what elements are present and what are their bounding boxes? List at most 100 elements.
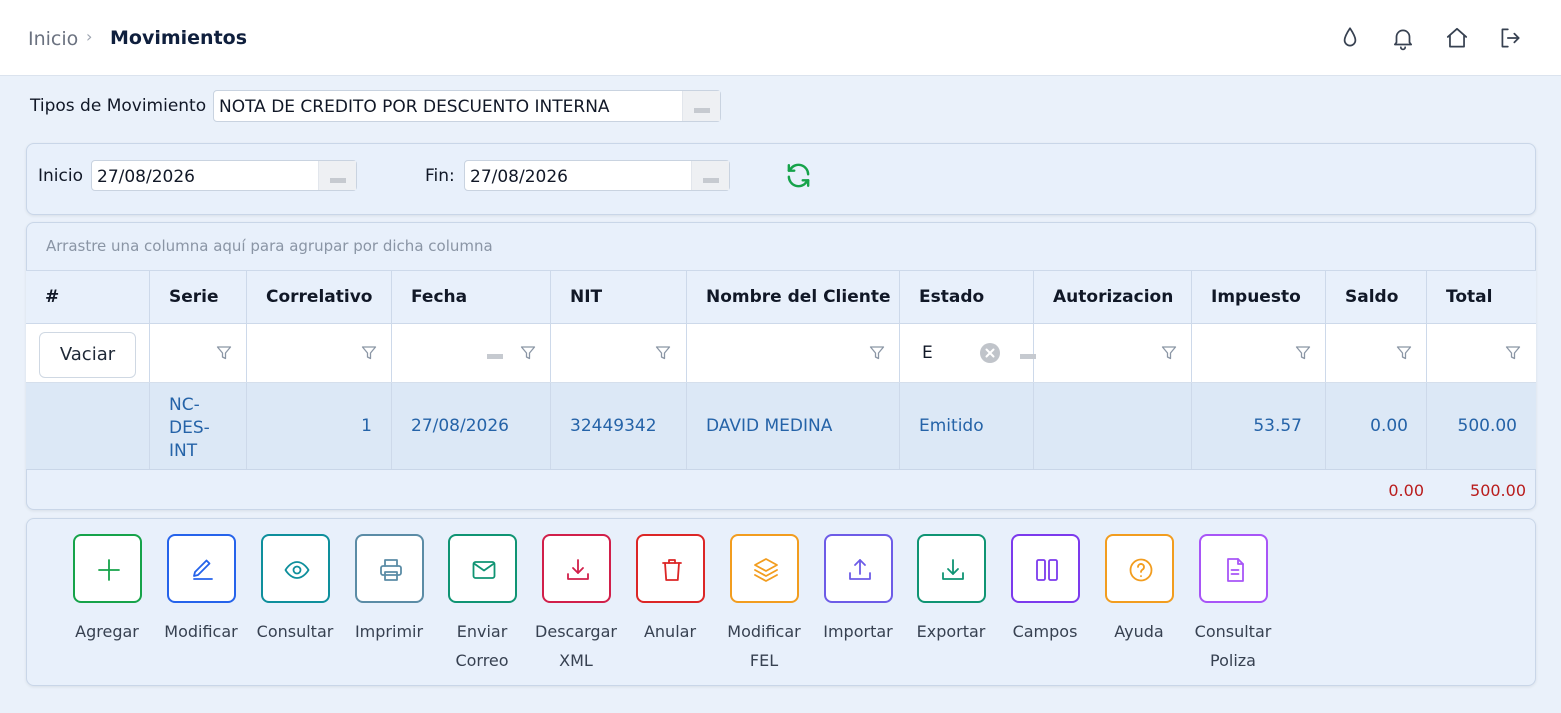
filter-cell-cliente[interactable] [687,324,900,382]
refresh-icon[interactable] [784,161,813,190]
action-button-importar[interactable] [824,534,893,603]
action-button-consultar[interactable] [261,534,330,603]
action-label-line: Enviar [456,622,508,641]
filter-icon[interactable] [869,345,885,361]
column-header-autorizacion[interactable]: Autorizacion [1034,271,1192,323]
column-header-fecha[interactable]: Fecha [392,271,551,323]
upload-icon [849,559,871,580]
clear-filters-button[interactable]: Vaciar [39,332,136,378]
start-date-picker[interactable]: 27/08/2026 [91,160,357,191]
action-button-descargar-xml[interactable] [542,534,611,603]
column-header-cliente[interactable]: Nombre del Cliente [687,271,900,323]
cell-autorizacion [1034,383,1192,469]
column-header-nit[interactable]: NIT [551,271,687,323]
top-bar: Inicio › Movimientos [0,0,1561,76]
action-label: Agregar [57,617,157,646]
estado-value: Emitido [919,416,984,436]
action-button-ayuda[interactable] [1105,534,1174,603]
filter-cell-fecha[interactable] [392,324,551,382]
action-button-modificar-fel[interactable] [730,534,799,603]
nit-value: 32449342 [570,416,657,436]
column-header-number[interactable]: # [26,271,150,323]
date-picker-icon[interactable] [487,354,503,359]
filter-cell-nit[interactable] [551,324,687,382]
action-label: Modificar [151,617,251,646]
action-label-line: Imprimir [354,622,424,641]
summary-total: 500.00 [1470,481,1526,500]
help-icon [1129,558,1153,582]
action-label-line: Modificar [727,622,801,641]
action-label-line: Modificar [164,622,238,641]
action-button-consultar-poliza[interactable] [1199,534,1268,603]
end-date-calendar-button[interactable] [691,161,729,190]
filter-icon[interactable] [520,345,536,361]
filter-cell-autorizacion[interactable] [1034,324,1192,382]
cell-serie: NC- DES- INT [150,383,247,469]
column-header-total[interactable]: Total [1427,271,1536,323]
filter-icon[interactable] [1161,345,1177,361]
start-date-calendar-button[interactable] [318,161,356,190]
column-header-correlativo[interactable]: Correlativo [247,271,392,323]
action-button-enviar-correo[interactable] [448,534,517,603]
cell-cliente: DAVID MEDINA [687,383,900,469]
action-label-line: Poliza [1210,651,1256,670]
action-label: Ayuda [1089,617,1189,646]
cell-impuesto: 53.57 [1192,383,1326,469]
layers-icon [754,558,778,582]
column-header-serie[interactable]: Serie [150,271,247,323]
dropdown-button[interactable] [682,91,720,121]
correlativo-value: 1 [361,416,372,436]
action-label-line: Agregar [75,622,139,641]
filter-cell-total[interactable] [1427,324,1536,382]
impuesto-value: 53.57 [1253,416,1302,436]
filter-icon[interactable] [1396,345,1412,361]
bell-icon[interactable] [1390,25,1416,51]
breadcrumb-home[interactable]: Inicio [28,28,78,50]
action-label: Consultar Poliza [1183,617,1283,675]
filter-icon[interactable] [655,345,671,361]
action-label-line: XML [559,651,593,670]
filter-cell-correlativo[interactable] [247,324,392,382]
filter-cell-serie[interactable] [150,324,247,382]
movement-type-select[interactable]: NOTA DE CREDITO POR DESCUENTO INTERNA [213,90,721,122]
column-header-estado[interactable]: Estado [900,271,1034,323]
column-header-saldo[interactable]: Saldo [1326,271,1427,323]
action-label-line: FEL [749,651,779,670]
cell-estado: Emitido [900,383,1034,469]
columns-icon [1036,559,1058,581]
action-button-agregar[interactable] [73,534,142,603]
estado-filter-value[interactable]: E [922,343,933,363]
action-label-line: Consultar [1194,622,1272,641]
filter-cell-saldo[interactable] [1326,324,1427,382]
table-row[interactable]: NC- DES- INT 1 27/08/2026 32449342 DAVID… [26,383,1536,470]
filter-icon[interactable] [216,345,232,361]
action-button-modificar[interactable] [167,534,236,603]
end-date-picker[interactable]: 27/08/2026 [464,160,730,191]
drop-icon[interactable] [1337,25,1363,51]
clear-filter-icon[interactable] [980,343,1000,363]
filter-cell-impuesto[interactable] [1192,324,1326,382]
action-button-imprimir[interactable] [355,534,424,603]
action-button-exportar[interactable] [917,534,986,603]
action-button-campos[interactable] [1011,534,1080,603]
action-button-anular[interactable] [636,534,705,603]
filter-icon[interactable] [361,345,377,361]
filter-icon[interactable] [1505,345,1521,361]
group-panel-hint: Arrastre una columna aquí para agrupar p… [46,237,493,255]
action-label-line: Descargar [535,622,617,641]
cell-fecha: 27/08/2026 [392,383,551,469]
cliente-value: DAVID MEDINA [706,416,833,436]
total-value: 500.00 [1457,416,1517,436]
logout-icon[interactable] [1497,25,1523,51]
column-header-impuesto[interactable]: Impuesto [1192,271,1326,323]
filter-icon[interactable] [1295,345,1311,361]
cell-total: 500.00 [1427,383,1536,469]
serie-line: NC- [169,395,200,415]
movement-type-value: NOTA DE CREDITO POR DESCUENTO INTERNA [219,97,610,117]
home-icon[interactable] [1444,25,1470,51]
export-icon [942,559,964,580]
filter-cell-estado[interactable]: E [900,324,1036,382]
action-label-line: Consultar [256,622,334,641]
trash-icon [662,559,682,581]
movement-type-label: Tipos de Movimiento [30,96,207,116]
